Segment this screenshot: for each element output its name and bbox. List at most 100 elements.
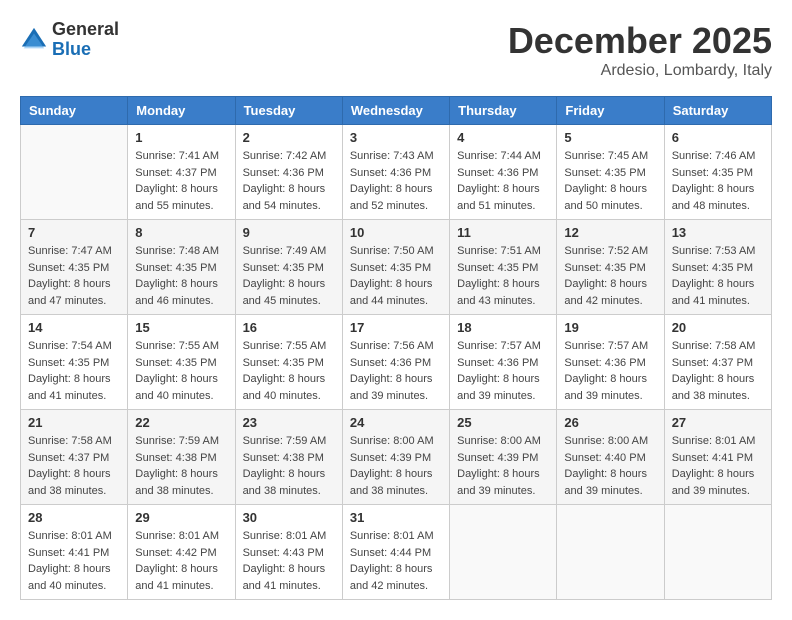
daylight-text: Daylight: 8 hours and 38 minutes. bbox=[672, 371, 764, 404]
day-info: Sunrise: 7:54 AMSunset: 4:35 PMDaylight:… bbox=[28, 338, 120, 404]
day-number: 26 bbox=[564, 415, 656, 430]
sunset-text: Sunset: 4:36 PM bbox=[564, 355, 656, 372]
daylight-text: Daylight: 8 hours and 41 minutes. bbox=[135, 561, 227, 594]
calendar-table: SundayMondayTuesdayWednesdayThursdayFrid… bbox=[20, 96, 772, 600]
sunset-text: Sunset: 4:35 PM bbox=[564, 165, 656, 182]
calendar-day-cell: 8Sunrise: 7:48 AMSunset: 4:35 PMDaylight… bbox=[128, 220, 235, 315]
sunrise-text: Sunrise: 8:01 AM bbox=[28, 528, 120, 545]
logo-text: General Blue bbox=[52, 20, 119, 60]
header-day-thursday: Thursday bbox=[450, 97, 557, 125]
sunrise-text: Sunrise: 8:00 AM bbox=[564, 433, 656, 450]
daylight-text: Daylight: 8 hours and 38 minutes. bbox=[135, 466, 227, 499]
sunrise-text: Sunrise: 7:55 AM bbox=[243, 338, 335, 355]
day-info: Sunrise: 7:42 AMSunset: 4:36 PMDaylight:… bbox=[243, 148, 335, 214]
calendar-day-cell: 13 Sunrise: 7:53 AMSunset: 4:35 PMDayligh… bbox=[664, 220, 771, 315]
calendar-week-row: 21 Sunrise: 7:58 AMSunset: 4:37 PMDayligh… bbox=[21, 410, 772, 505]
sunrise-text: Sunrise: 7:42 AM bbox=[243, 148, 335, 165]
sunrise-text: Sunrise: 7:49 AM bbox=[243, 243, 335, 260]
sunrise-text: Sunrise: 7:57 AM bbox=[457, 338, 549, 355]
day-number: 31 bbox=[350, 510, 442, 525]
sunrise-text: Sunrise: 7:54 AM bbox=[28, 338, 120, 355]
day-info: Sunrise: 7:53 AMSunset: 4:35 PMDaylight:… bbox=[672, 243, 764, 309]
daylight-text: Daylight: 8 hours and 41 minutes. bbox=[672, 276, 764, 309]
day-number: 23 bbox=[243, 415, 335, 430]
header-day-monday: Monday bbox=[128, 97, 235, 125]
day-number: 13 bbox=[672, 225, 764, 240]
day-number: 15 bbox=[135, 320, 227, 335]
day-info: Sunrise: 7:58 AMSunset: 4:37 PMDaylight:… bbox=[28, 433, 120, 499]
calendar-day-cell bbox=[664, 505, 771, 600]
header-day-wednesday: Wednesday bbox=[342, 97, 449, 125]
sunset-text: Sunset: 4:35 PM bbox=[243, 355, 335, 372]
sunset-text: Sunset: 4:37 PM bbox=[672, 355, 764, 372]
sunset-text: Sunset: 4:39 PM bbox=[350, 450, 442, 467]
calendar-day-cell: 30 Sunrise: 8:01 AMSunset: 4:43 PMDayligh… bbox=[235, 505, 342, 600]
sunrise-text: Sunrise: 7:48 AM bbox=[135, 243, 227, 260]
sunset-text: Sunset: 4:44 PM bbox=[350, 545, 442, 562]
calendar-day-cell: 25Sunrise: 8:00 AMSunset: 4:39 PMDayligh… bbox=[450, 410, 557, 505]
day-number: 21 bbox=[28, 415, 120, 430]
sunset-text: Sunset: 4:35 PM bbox=[457, 260, 549, 277]
calendar-day-cell: 12Sunrise: 7:52 AMSunset: 4:35 PMDayligh… bbox=[557, 220, 664, 315]
calendar-week-row: 1Sunrise: 7:41 AMSunset: 4:37 PMDaylight… bbox=[21, 125, 772, 220]
sunrise-text: Sunrise: 8:01 AM bbox=[243, 528, 335, 545]
sunrise-text: Sunrise: 7:56 AM bbox=[350, 338, 442, 355]
sunset-text: Sunset: 4:35 PM bbox=[350, 260, 442, 277]
sunrise-text: Sunrise: 7:45 AM bbox=[564, 148, 656, 165]
daylight-text: Daylight: 8 hours and 52 minutes. bbox=[350, 181, 442, 214]
daylight-text: Daylight: 8 hours and 45 minutes. bbox=[243, 276, 335, 309]
day-info: Sunrise: 8:01 AMSunset: 4:42 PMDaylight:… bbox=[135, 528, 227, 594]
daylight-text: Daylight: 8 hours and 54 minutes. bbox=[243, 181, 335, 214]
calendar-day-cell: 23Sunrise: 7:59 AMSunset: 4:38 PMDayligh… bbox=[235, 410, 342, 505]
day-number: 22 bbox=[135, 415, 227, 430]
day-number: 2 bbox=[243, 130, 335, 145]
sunset-text: Sunset: 4:35 PM bbox=[28, 260, 120, 277]
daylight-text: Daylight: 8 hours and 39 minutes. bbox=[564, 371, 656, 404]
day-number: 16 bbox=[243, 320, 335, 335]
calendar-day-cell: 20Sunrise: 7:58 AMSunset: 4:37 PMDayligh… bbox=[664, 315, 771, 410]
header-day-sunday: Sunday bbox=[21, 97, 128, 125]
daylight-text: Daylight: 8 hours and 42 minutes. bbox=[564, 276, 656, 309]
daylight-text: Daylight: 8 hours and 50 minutes. bbox=[564, 181, 656, 214]
calendar-day-cell bbox=[557, 505, 664, 600]
sunset-text: Sunset: 4:36 PM bbox=[243, 165, 335, 182]
daylight-text: Daylight: 8 hours and 39 minutes. bbox=[457, 466, 549, 499]
sunrise-text: Sunrise: 7:52 AM bbox=[564, 243, 656, 260]
calendar-day-cell: 27 Sunrise: 8:01 AMSunset: 4:41 PMDayligh… bbox=[664, 410, 771, 505]
sunset-text: Sunset: 4:39 PM bbox=[457, 450, 549, 467]
daylight-text: Daylight: 8 hours and 42 minutes. bbox=[350, 561, 442, 594]
sunrise-text: Sunrise: 8:00 AM bbox=[350, 433, 442, 450]
day-info: Sunrise: 8:01 AMSunset: 4:43 PMDaylight:… bbox=[243, 528, 335, 594]
sunrise-text: Sunrise: 7:58 AM bbox=[28, 433, 120, 450]
daylight-text: Daylight: 8 hours and 43 minutes. bbox=[457, 276, 549, 309]
page-header: General Blue December 2025 Ardesio, Lomb… bbox=[20, 20, 772, 80]
sunset-text: Sunset: 4:35 PM bbox=[672, 260, 764, 277]
calendar-day-cell: 15Sunrise: 7:55 AMSunset: 4:35 PMDayligh… bbox=[128, 315, 235, 410]
day-number: 14 bbox=[28, 320, 120, 335]
sunset-text: Sunset: 4:40 PM bbox=[564, 450, 656, 467]
sunset-text: Sunset: 4:36 PM bbox=[457, 355, 549, 372]
calendar-day-cell: 19Sunrise: 7:57 AMSunset: 4:36 PMDayligh… bbox=[557, 315, 664, 410]
day-number: 29 bbox=[135, 510, 227, 525]
calendar-day-cell: 11Sunrise: 7:51 AMSunset: 4:35 PMDayligh… bbox=[450, 220, 557, 315]
calendar-day-cell: 24Sunrise: 8:00 AMSunset: 4:39 PMDayligh… bbox=[342, 410, 449, 505]
calendar-day-cell: 31Sunrise: 8:01 AMSunset: 4:44 PMDayligh… bbox=[342, 505, 449, 600]
calendar-day-cell: 14 Sunrise: 7:54 AMSunset: 4:35 PMDayligh… bbox=[21, 315, 128, 410]
sunset-text: Sunset: 4:36 PM bbox=[350, 165, 442, 182]
day-number: 27 bbox=[672, 415, 764, 430]
sunrise-text: Sunrise: 7:58 AM bbox=[672, 338, 764, 355]
day-info: Sunrise: 7:48 AMSunset: 4:35 PMDaylight:… bbox=[135, 243, 227, 309]
day-info: Sunrise: 8:01 AMSunset: 4:41 PMDaylight:… bbox=[672, 433, 764, 499]
day-info: Sunrise: 8:01 AMSunset: 4:41 PMDaylight:… bbox=[28, 528, 120, 594]
day-info: Sunrise: 7:44 AMSunset: 4:36 PMDaylight:… bbox=[457, 148, 549, 214]
sunrise-text: Sunrise: 7:57 AM bbox=[564, 338, 656, 355]
logo-icon bbox=[20, 26, 48, 54]
calendar-day-cell: 17Sunrise: 7:56 AMSunset: 4:36 PMDayligh… bbox=[342, 315, 449, 410]
sunrise-text: Sunrise: 7:59 AM bbox=[243, 433, 335, 450]
day-info: Sunrise: 7:55 AMSunset: 4:35 PMDaylight:… bbox=[243, 338, 335, 404]
sunrise-text: Sunrise: 8:01 AM bbox=[672, 433, 764, 450]
day-number: 3 bbox=[350, 130, 442, 145]
day-number: 30 bbox=[243, 510, 335, 525]
daylight-text: Daylight: 8 hours and 40 minutes. bbox=[28, 561, 120, 594]
calendar-day-cell: 18Sunrise: 7:57 AMSunset: 4:36 PMDayligh… bbox=[450, 315, 557, 410]
